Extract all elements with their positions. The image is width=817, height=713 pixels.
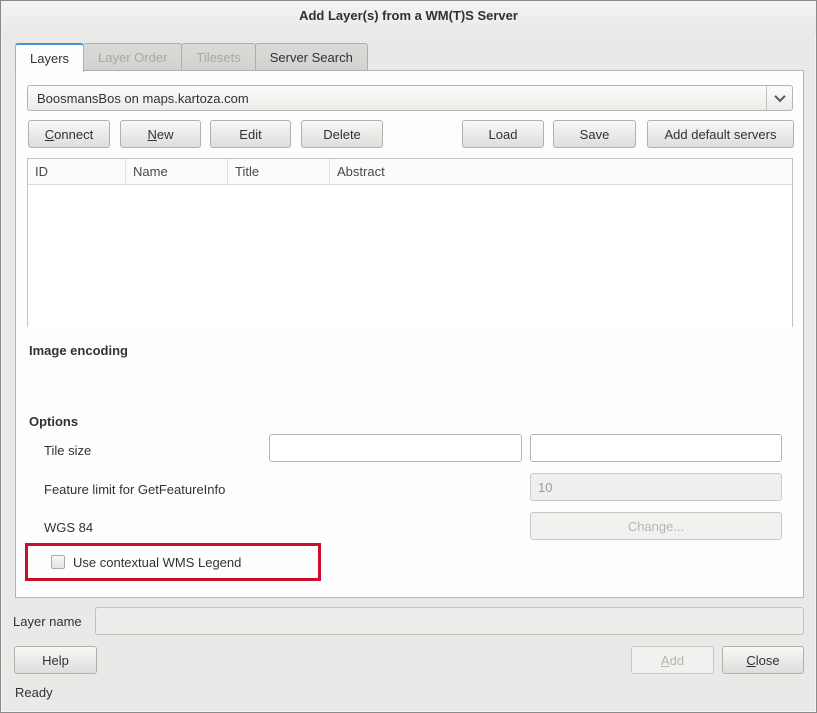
new-button[interactable]: New — [120, 120, 201, 148]
feature-limit-input — [530, 473, 782, 501]
help-button[interactable]: Help — [14, 646, 97, 674]
wms-add-layers-dialog: Add Layer(s) from a WM(T)S Server Layers… — [0, 0, 817, 713]
layers-table-header: ID Name Title Abstract — [28, 159, 792, 185]
image-encoding-section-label: Image encoding — [29, 343, 128, 358]
add-default-servers-button[interactable]: Add default servers — [647, 120, 794, 148]
change-crs-button: Change... — [530, 512, 782, 540]
server-select[interactable]: BoosmansBos on maps.kartoza.com — [27, 85, 793, 111]
crs-value-label: WGS 84 — [44, 520, 93, 535]
close-button[interactable]: Close — [722, 646, 804, 674]
column-header-name[interactable]: Name — [126, 159, 228, 184]
use-contextual-wms-legend-checkbox[interactable] — [51, 555, 65, 569]
tile-size-label: Tile size — [44, 443, 91, 458]
layers-tab-page: BoosmansBos on maps.kartoza.com Connect … — [15, 70, 804, 598]
column-header-title[interactable]: Title — [228, 159, 330, 184]
edit-button[interactable]: Edit — [210, 120, 291, 148]
tab-bar: Layers Layer Order Tilesets Server Searc… — [15, 43, 367, 71]
layers-table[interactable]: ID Name Title Abstract — [27, 158, 793, 327]
tab-layers-label: Layers — [30, 51, 69, 66]
tab-layers[interactable]: Layers — [15, 43, 84, 72]
feature-limit-label: Feature limit for GetFeatureInfo — [44, 482, 225, 497]
window-title: Add Layer(s) from a WM(T)S Server — [299, 8, 518, 23]
red-highlight-annotation: Use contextual WMS Legend — [25, 543, 321, 581]
tile-size-width-input[interactable] — [269, 434, 522, 462]
connect-button[interactable]: Connect — [28, 120, 110, 148]
tab-layer-order: Layer Order — [83, 43, 182, 71]
use-contextual-wms-legend-label[interactable]: Use contextual WMS Legend — [73, 555, 241, 570]
layers-table-body — [28, 185, 792, 327]
load-button[interactable]: Load — [462, 120, 544, 148]
status-text: Ready — [15, 685, 53, 700]
save-button[interactable]: Save — [553, 120, 636, 148]
chevron-down-icon[interactable] — [766, 86, 792, 110]
tab-server-search-label: Server Search — [270, 50, 353, 65]
layer-name-label: Layer name — [13, 614, 82, 629]
tab-tilesets-label: Tilesets — [196, 50, 240, 65]
delete-button[interactable]: Delete — [301, 120, 383, 148]
tab-server-search[interactable]: Server Search — [255, 43, 368, 71]
server-select-value: BoosmansBos on maps.kartoza.com — [28, 91, 766, 106]
layer-name-input[interactable] — [95, 607, 804, 635]
column-header-abstract[interactable]: Abstract — [330, 159, 792, 184]
column-header-id[interactable]: ID — [28, 159, 126, 184]
add-button: Add — [631, 646, 714, 674]
titlebar: Add Layer(s) from a WM(T)S Server — [1, 1, 816, 35]
tab-layer-order-label: Layer Order — [98, 50, 167, 65]
options-section-label: Options — [29, 414, 78, 429]
tab-tilesets: Tilesets — [181, 43, 255, 71]
tile-size-height-input[interactable] — [530, 434, 782, 462]
